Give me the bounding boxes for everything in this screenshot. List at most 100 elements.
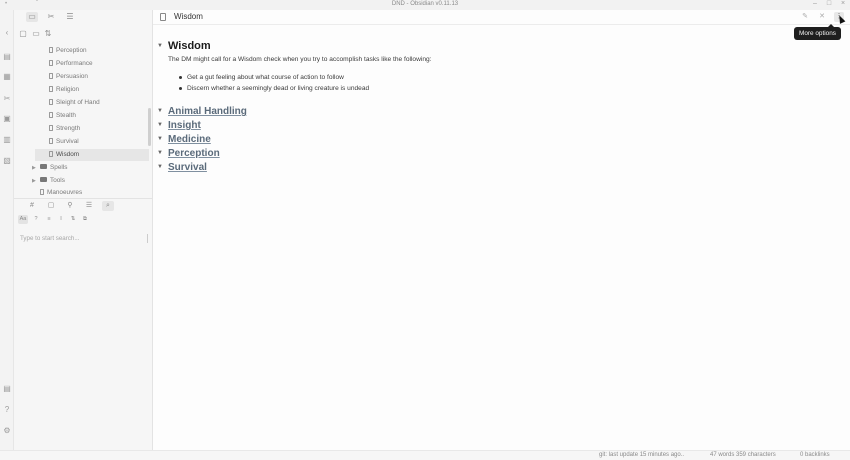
ribbon: ‹ ▤ ▦ ✂ ▣ ▥ ▧ ▤ ? ⚙ xyxy=(0,10,14,450)
chevron-left-icon[interactable]: ‹ xyxy=(2,28,12,38)
window-title: DND - Obsidian v0.11.13 xyxy=(391,1,459,7)
edit-pencil-icon[interactable]: ✎ xyxy=(800,12,810,22)
link-row-perception: ▼ Perception xyxy=(157,143,220,159)
sort-icon[interactable]: ⇅ xyxy=(43,29,53,39)
tree-item-label: Spells xyxy=(50,164,68,171)
close-pane-icon[interactable]: ✕ xyxy=(817,12,827,22)
internal-link-survival[interactable]: Survival xyxy=(168,162,207,173)
tree-item-label: Strength xyxy=(56,125,81,132)
show-more-context-icon[interactable]: I xyxy=(56,215,66,224)
tree-item-strength[interactable]: Strength xyxy=(49,123,149,135)
fold-caret-icon[interactable]: ▼ xyxy=(157,164,168,170)
list-tab-icon[interactable]: ☰ xyxy=(83,201,95,211)
app-window: • ˇ DND - Obsidian v0.11.13 – □ × ‹ ▤ ▦ … xyxy=(0,0,850,460)
tree-item-persuasion[interactable]: Persuasion xyxy=(49,71,149,83)
help-icon[interactable]: ? xyxy=(2,405,12,415)
settings-icon[interactable]: ⚙ xyxy=(2,426,12,436)
file-explorer-tab-icon[interactable]: ▭ xyxy=(26,12,38,22)
file-tree: Perception Performance Persuasion Religi… xyxy=(14,46,151,196)
tree-item-manoeuvres[interactable]: Manoeuvres xyxy=(40,187,140,196)
tree-item-label: Tools xyxy=(50,177,65,184)
file-icon xyxy=(49,86,53,92)
note-paragraph: The DM might call for a Wisdom check whe… xyxy=(168,56,432,63)
editor-pane: Wisdom ✎ ✕ ⋮ ▼ Wisdom The DM might call f… xyxy=(153,10,850,450)
status-bar: git: last update 15 minutes ago.. 47 wor… xyxy=(0,450,850,460)
vault-icon[interactable]: ▤ xyxy=(2,384,12,394)
sort-results-icon[interactable]: ⇅ xyxy=(68,215,78,224)
open-quick-switcher-icon[interactable]: ▤ xyxy=(2,52,12,62)
fold-caret-icon[interactable]: ▼ xyxy=(157,43,168,49)
tree-item-stealth[interactable]: Stealth xyxy=(49,110,149,122)
tree-item-label: Wisdom xyxy=(56,151,80,158)
explain-search-icon[interactable]: ? xyxy=(31,215,41,224)
plugin-icon[interactable]: ✂ xyxy=(2,94,12,104)
collapse-results-icon[interactable]: ≡ xyxy=(44,215,54,224)
folder-icon xyxy=(40,177,47,182)
new-folder-icon[interactable]: ▭ xyxy=(31,29,41,39)
view-header-title[interactable]: Wisdom xyxy=(174,12,203,21)
template-icon[interactable]: ▧ xyxy=(2,156,12,166)
tree-item-performance[interactable]: Performance xyxy=(49,58,149,70)
folder-icon xyxy=(40,164,47,169)
match-case-icon[interactable]: Aa xyxy=(18,215,28,224)
backlinks-count[interactable]: 0 backlinks xyxy=(800,452,830,458)
chevron-right-icon: ▶ xyxy=(32,178,36,184)
fold-caret-icon[interactable]: ▼ xyxy=(157,108,168,114)
document-icon xyxy=(160,13,166,21)
graph-view-icon[interactable]: ▦ xyxy=(2,72,12,82)
file-icon xyxy=(49,60,53,66)
link-row-insight: ▼ Insight xyxy=(157,115,201,131)
sidebar-scrollbar[interactable] xyxy=(148,108,151,146)
tree-item-label: Performance xyxy=(56,60,93,67)
tags-tab-icon[interactable]: # xyxy=(26,201,38,211)
sidebar-bottom-tabs: # ▢ ⚲ ☰ ⌕ xyxy=(14,198,153,212)
file-tab-icon[interactable]: ▢ xyxy=(45,201,57,211)
fold-caret-icon[interactable]: ▼ xyxy=(157,136,168,142)
link-row-medicine: ▼ Medicine xyxy=(157,129,211,145)
tree-item-label: Perception xyxy=(56,47,87,54)
list-item: Discern whether a seemingly dead or livi… xyxy=(178,83,369,94)
tree-item-label: Sleight of Hand xyxy=(56,99,100,106)
bullet-list: Get a gut feeling about what course of a… xyxy=(178,72,369,94)
tree-item-religion[interactable]: Religion xyxy=(49,84,149,96)
search-tab-icon[interactable]: ⌕ xyxy=(102,201,114,211)
file-icon xyxy=(49,73,53,79)
maximize-icon[interactable]: □ xyxy=(822,0,836,7)
file-icon xyxy=(49,125,53,131)
close-window-icon[interactable]: × xyxy=(836,0,850,7)
search-input-edge xyxy=(147,234,148,243)
search-input[interactable] xyxy=(20,232,148,245)
tree-item-label: Manoeuvres xyxy=(47,189,83,196)
tree-item-sleight-of-hand[interactable]: Sleight of Hand xyxy=(49,97,149,109)
outline-tab-icon[interactable]: ☰ xyxy=(64,12,76,22)
file-icon xyxy=(49,47,53,53)
tree-item-perception[interactable]: Perception xyxy=(49,46,149,57)
daily-note-icon[interactable]: ▥ xyxy=(2,135,12,145)
title-bar: • ˇ DND - Obsidian v0.11.13 – □ × xyxy=(0,0,850,10)
tree-item-wisdom[interactable]: Wisdom xyxy=(35,149,149,161)
copy-results-icon[interactable]: ⧉ xyxy=(80,215,90,224)
file-nav-actions: ▢ ▭ ⇅ xyxy=(14,27,153,41)
new-note-icon[interactable]: ▢ xyxy=(18,29,28,39)
tree-item-survival[interactable]: Survival xyxy=(49,136,149,148)
view-header: Wisdom ✎ ✕ ⋮ xyxy=(153,10,850,25)
tree-folder-tools[interactable]: ▶ Tools xyxy=(32,175,142,187)
chevron-right-icon: ▶ xyxy=(32,165,36,171)
tree-item-label: Persuasion xyxy=(56,73,88,80)
left-sidebar: ▭ ✂ ☰ ▢ ▭ ⇅ Perception Performance Persu… xyxy=(14,10,153,450)
file-icon xyxy=(49,99,53,105)
heading-row: ▼ Wisdom xyxy=(157,36,211,52)
file-icon xyxy=(40,189,44,195)
git-status[interactable]: git: last update 15 minutes ago.. xyxy=(599,452,684,458)
plugin-tab-icon[interactable]: ✂ xyxy=(45,12,57,22)
link-row-animal-handling: ▼ Animal Handling xyxy=(157,101,247,117)
note-heading: Wisdom xyxy=(168,40,211,52)
file-icon xyxy=(49,112,53,118)
tree-folder-spells[interactable]: ▶ Spells xyxy=(32,162,142,174)
fold-caret-icon[interactable]: ▼ xyxy=(157,122,168,128)
calendar-icon[interactable]: ▣ xyxy=(2,114,12,124)
fold-caret-icon[interactable]: ▼ xyxy=(157,150,168,156)
minimize-icon[interactable]: – xyxy=(808,0,822,7)
word-count: 47 words 359 characters xyxy=(710,452,776,458)
link-tab-icon[interactable]: ⚲ xyxy=(64,201,76,211)
